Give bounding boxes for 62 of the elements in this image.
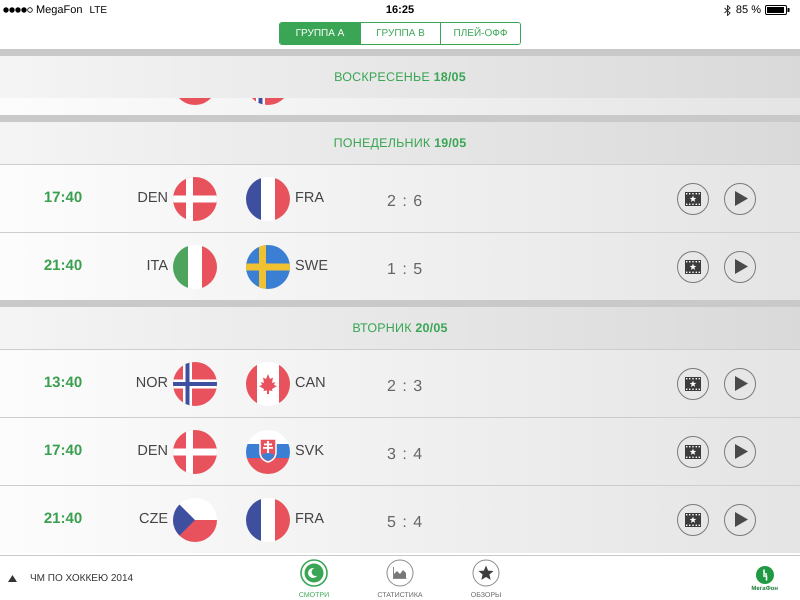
flag-icon [173,244,217,288]
match-time: 17:40 [42,188,84,208]
team-code: SWE [295,256,330,276]
day-title: ВТОРНИК 20/05 [352,320,448,337]
match-time: 21:40 [42,509,84,530]
team-code: FRA [295,188,325,208]
play-button[interactable] [724,250,756,282]
highlights-button[interactable] [677,250,709,282]
play-button[interactable] [724,436,756,468]
clock: 16:25 [386,2,414,18]
match-time: 17:40 [42,441,84,462]
logo-icon [756,566,774,584]
match-score: 2 : 6 [387,192,424,212]
play-icon [735,512,748,527]
highlights-button[interactable] [677,182,709,214]
team-code: DEN [136,188,168,208]
play-icon [735,259,748,274]
segment-tab[interactable]: ГРУППА А [280,23,360,44]
flag-icon [173,362,217,406]
day-title: ПОНЕДЕЛЬНИК 19/05 [334,134,466,152]
battery-percentage: 85 % [736,2,761,18]
app-title: ЧМ ПО ХОККЕЮ 2014 [30,572,134,586]
flag-icon [246,176,290,220]
flag-icon [246,244,290,288]
day-title: ВОСКРЕСЕНЬЕ 18/05 [334,68,466,86]
play-button[interactable] [724,368,756,400]
team-code: NOR [134,374,168,393]
network-type: LTE [89,4,108,18]
flag-icon [173,430,217,474]
highlights-button[interactable] [677,436,709,468]
play-icon [735,191,748,206]
carrier-name: MegaFon [36,2,82,18]
play-button[interactable] [724,504,756,536]
match-time: 21:40 [42,256,84,276]
battery-icon [764,5,790,15]
team-code: FRA [295,510,325,529]
flag-icon [173,498,217,542]
match-score: 5 : 4 [387,513,424,533]
flag-icon [173,176,217,220]
segment-tab[interactable]: ПЛЕЙ-ОФФ [440,23,520,44]
team-code: SVK [295,442,326,461]
caret-up-icon[interactable] [8,574,17,582]
crescent-icon [300,559,328,587]
team-code: DEN [136,442,168,461]
play-button[interactable] [724,182,756,214]
match-score: 1 : 5 [387,260,424,280]
team-code: ITA [146,256,168,276]
play-icon [735,376,748,391]
flag-icon [246,362,290,406]
play-icon [735,444,748,459]
highlights-button[interactable] [677,368,709,400]
bluetooth-icon [724,4,731,16]
flag-icon [246,498,290,542]
signal-dots-icon [3,7,33,13]
match-time: 13:40 [42,373,84,394]
highlights-button[interactable] [677,504,709,536]
team-code: CAN [295,374,327,393]
team-code: CZE [138,510,168,529]
flag-icon [246,430,290,474]
match-score: 3 : 4 [387,445,424,465]
area-chart-icon [386,559,414,587]
match-score: 2 : 3 [387,377,424,397]
